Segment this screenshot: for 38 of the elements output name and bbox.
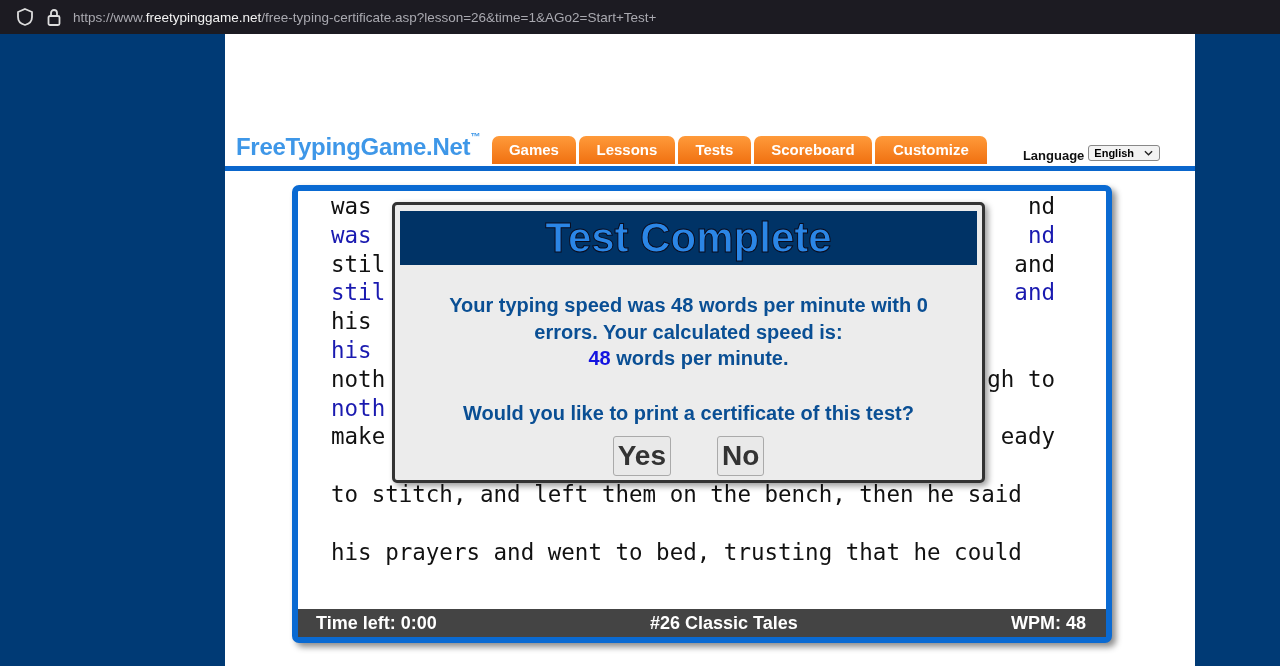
language-label: Language (1022, 148, 1085, 163)
typed-text: noth (331, 393, 386, 423)
nav-tab[interactable]: Tests (677, 136, 751, 164)
dialog-title: Test Complete (400, 211, 977, 265)
language-select[interactable]: English (1088, 145, 1161, 161)
certificate-question: Would you like to print a certificate of this test? (463, 400, 914, 426)
source-text: noth (331, 364, 386, 394)
url-text[interactable]: https://www.freetypinggame.net/free-typing-certificate.asp?lesson=26&time=1&AGo2=Start+Test+ (73, 9, 657, 25)
typed-text: and (1014, 278, 1055, 308)
lesson-title: #26 Classic Tales (649, 612, 798, 634)
time-left-text: Time left: 0:00 (316, 612, 437, 634)
source-text: and (1014, 249, 1055, 279)
source-text: eady (1000, 422, 1055, 452)
nav-tab[interactable]: Customize (874, 136, 987, 164)
caret-icon (1144, 150, 1154, 156)
shield-icon (17, 8, 33, 26)
typed-text: was (331, 220, 372, 250)
nav-tab[interactable]: Lessons (578, 136, 675, 164)
source-text: was (331, 192, 372, 221)
nav-tab[interactable]: Games (491, 136, 576, 164)
lock-icon (47, 8, 61, 26)
calculated-speed: 48 words per minute. (588, 346, 789, 371)
result-message: Your typing speed was 48 words per minute with 0 errors. Your calculated speed is: (448, 293, 929, 345)
typed-text: stil (331, 278, 386, 308)
source-text: nd (1027, 192, 1055, 221)
dialog-button[interactable]: No (716, 436, 765, 476)
dialog-button[interactable]: Yes (612, 436, 671, 476)
site-logo[interactable]: FreeTypingGame.Net$^{™}$ (236, 133, 480, 161)
source-text: gh to (987, 364, 1055, 394)
source-text: his prayers and went to bed, trusting that he could (331, 537, 1022, 567)
source-text: make (331, 422, 386, 452)
source-text: his (331, 307, 372, 336)
typed-text: his (331, 336, 372, 365)
wpm-text: WPM: 48 (1010, 612, 1086, 634)
typed-text: nd (1027, 220, 1055, 250)
source-text: to stitch, and left them on the bench, then he said (331, 479, 1022, 509)
source-text: stil (331, 249, 386, 279)
nav-tab[interactable]: Scoreboard (753, 136, 872, 164)
